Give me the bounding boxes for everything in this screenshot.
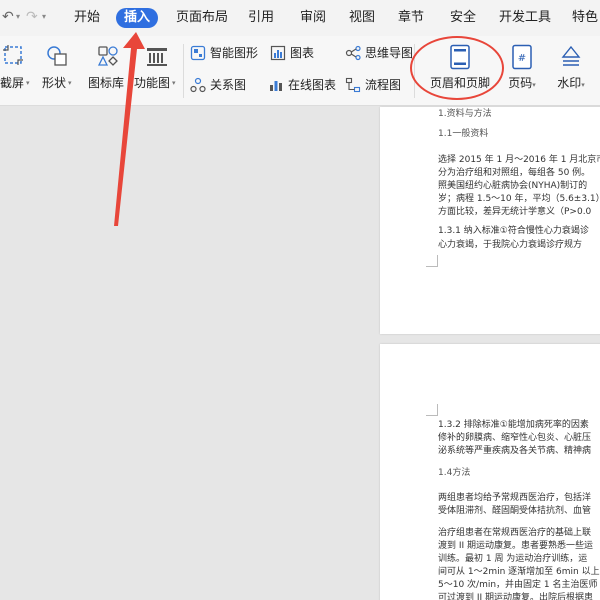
annotation-arrow [114,32,145,226]
